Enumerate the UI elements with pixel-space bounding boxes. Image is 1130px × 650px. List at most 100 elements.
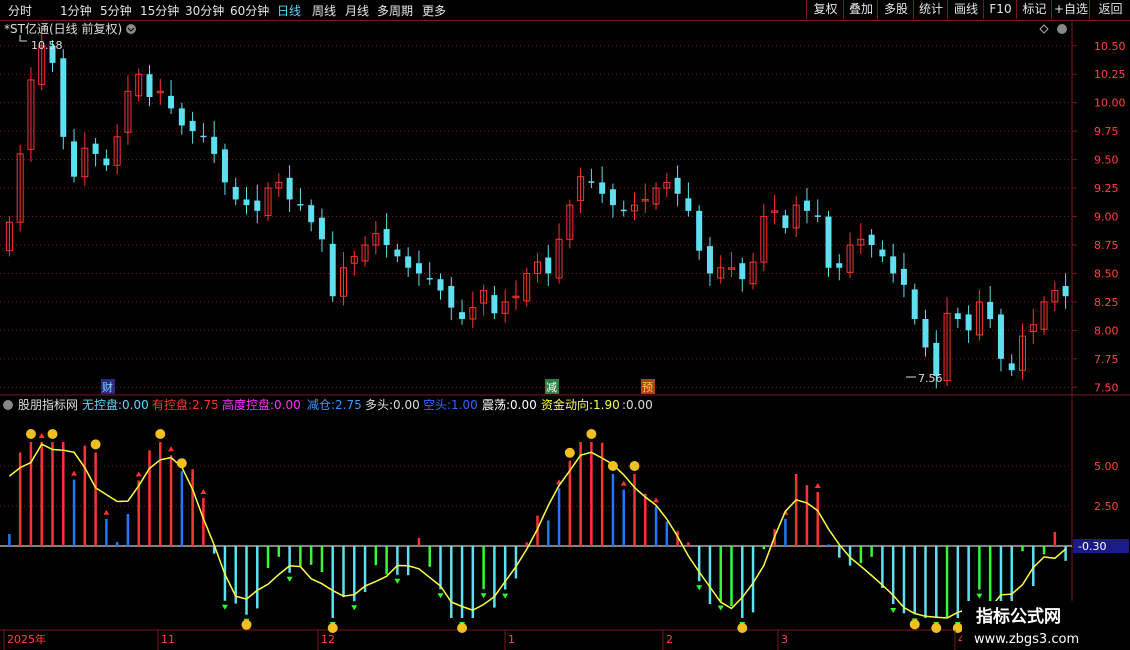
timeframe-tab[interactable]: 30分钟	[185, 2, 224, 19]
date-axis-label: 12	[321, 633, 335, 646]
f10-button[interactable]: F10	[983, 0, 1017, 19]
candle-body	[60, 58, 67, 137]
timeframe-tab[interactable]: 日线	[277, 2, 301, 19]
candle-body	[394, 249, 401, 257]
event-marker-label: 财	[102, 380, 113, 394]
price-tick-label: 10.25	[1094, 68, 1126, 81]
add-favorite-button[interactable]: +自选	[1051, 0, 1090, 19]
candle-body	[1008, 363, 1015, 371]
candle-body	[318, 217, 325, 240]
multi-stock-button[interactable]: 多股	[877, 0, 914, 19]
candle-body	[221, 149, 228, 183]
back-button[interactable]: 返回	[1089, 0, 1130, 19]
candle-body	[954, 313, 961, 319]
indicator-chart[interactable]: 5.00 2.50 -0.30 股朋指标网 无控盘:0.00 有控盘:2.75 高度控盘:0…	[0, 396, 1130, 650]
dropdown-icon[interactable]	[126, 24, 136, 34]
date-axis-label: 1	[508, 633, 515, 646]
candle-body	[545, 257, 552, 274]
timeframe-tab[interactable]: 1分钟	[60, 2, 92, 19]
collapse-icon[interactable]	[3, 400, 13, 410]
smiley-icon	[564, 447, 575, 458]
timeframe-tab[interactable]: 周线	[312, 2, 336, 19]
candle-body	[178, 108, 185, 126]
timeframe-tab[interactable]: 更多	[422, 2, 446, 19]
price-tick-label: 9.25	[1094, 182, 1119, 195]
low-price-marker: 7.56	[918, 372, 943, 385]
smiley-icon	[327, 623, 338, 633]
timeframe-tab[interactable]: 月线	[345, 2, 369, 19]
candle-body	[890, 256, 897, 274]
candle-body	[491, 295, 498, 314]
settings-icon[interactable]	[1057, 24, 1067, 34]
candle-body	[405, 256, 412, 268]
timeframe-tab[interactable]: 多周期	[377, 2, 413, 19]
candle-body	[254, 200, 261, 211]
restore-rights-button[interactable]: 复权	[806, 0, 844, 19]
candle-body	[437, 279, 444, 291]
indicator-legend-item: 高度控盘:0.00	[222, 397, 301, 412]
candle-body	[782, 215, 789, 228]
smiley-icon	[241, 619, 252, 630]
watermark-url: www.zbgs3.com	[974, 632, 1079, 647]
candle-body	[1062, 285, 1069, 297]
candle-body	[448, 285, 455, 308]
event-marker-label: 减	[546, 381, 557, 394]
candle-body	[308, 205, 315, 223]
candle-body	[933, 342, 940, 376]
candle-body	[146, 74, 153, 97]
price-tick-label: 7.75	[1094, 353, 1119, 366]
indicator-legend-item: 减仓:2.75	[307, 398, 362, 412]
candle-body	[696, 210, 703, 251]
candle-body	[911, 289, 918, 319]
indicator-legend-item: :0.00	[622, 398, 653, 412]
candle-body	[706, 246, 713, 274]
price-tick-label: 8.75	[1094, 239, 1119, 252]
candle-body	[879, 249, 886, 257]
candle-body	[739, 263, 746, 280]
smiley-icon	[607, 461, 618, 471]
candle-body	[415, 263, 422, 274]
candle-body	[286, 177, 293, 200]
timeframe-tab[interactable]: 分时	[8, 2, 32, 19]
smiley-icon	[931, 623, 942, 633]
indicator-tick-label: 5.00	[1094, 460, 1119, 473]
indicator-legend: 股朋指标网 无控盘:0.00 有控盘:2.75 高度控盘:0.00 减仓:2.75 多头:…	[3, 397, 653, 412]
candle-body	[609, 189, 616, 206]
statistics-button[interactable]: 统计	[913, 0, 948, 19]
candle-body	[71, 141, 78, 177]
top-toolbar: 分时 1分钟 5分钟 15分钟 30分钟 60分钟 日线 周线 月线 多周期 更多 复权 叠加 多股 统计画…	[0, 0, 1130, 21]
smiley-icon	[90, 439, 101, 450]
indicator-legend-item: 震荡:0.00	[482, 398, 537, 412]
candle-body	[426, 278, 433, 280]
candle-body	[674, 177, 681, 194]
candle-body	[803, 200, 810, 211]
candle-body	[868, 234, 875, 245]
candle-body	[987, 301, 994, 319]
price-tick-label: 8.00	[1094, 324, 1119, 337]
draw-line-button[interactable]: 画线	[947, 0, 984, 19]
candle-body	[329, 243, 336, 297]
timeframe-tab[interactable]: 15分钟	[140, 2, 179, 19]
candle-body	[459, 312, 466, 319]
overlay-button[interactable]: 叠加	[843, 0, 878, 19]
price-tick-label: 7.50	[1094, 381, 1119, 394]
indicator-tick-label: 2.50	[1094, 500, 1119, 513]
indicator-legend-item: 资金动向:1.90	[541, 397, 620, 412]
candlestick-chart[interactable]: 10.50 10.25 10.00 9.75 9.50 9.25 9.00 8.75 8.50 8…	[0, 21, 1130, 396]
current-value-label: -0.30	[1078, 540, 1106, 553]
smiley-icon	[457, 623, 468, 633]
indicator-legend-item: 有控盘:2.75	[152, 397, 219, 412]
smiley-icon	[909, 619, 920, 630]
timeframe-tab[interactable]: 5分钟	[100, 2, 132, 19]
candle-body	[383, 229, 390, 245]
mark-button[interactable]: 标记	[1016, 0, 1052, 19]
candle-body	[836, 263, 843, 268]
smiley-icon	[629, 461, 640, 471]
candle-body	[620, 209, 627, 212]
date-axis-label: 2025年	[7, 632, 46, 646]
timeframe-tab[interactable]: 60分钟	[230, 2, 269, 19]
price-tick-label: 8.25	[1094, 296, 1119, 309]
smiley-icon	[586, 429, 597, 439]
smiley-icon	[25, 429, 36, 439]
indicator-name: 股朋指标网	[18, 397, 78, 412]
